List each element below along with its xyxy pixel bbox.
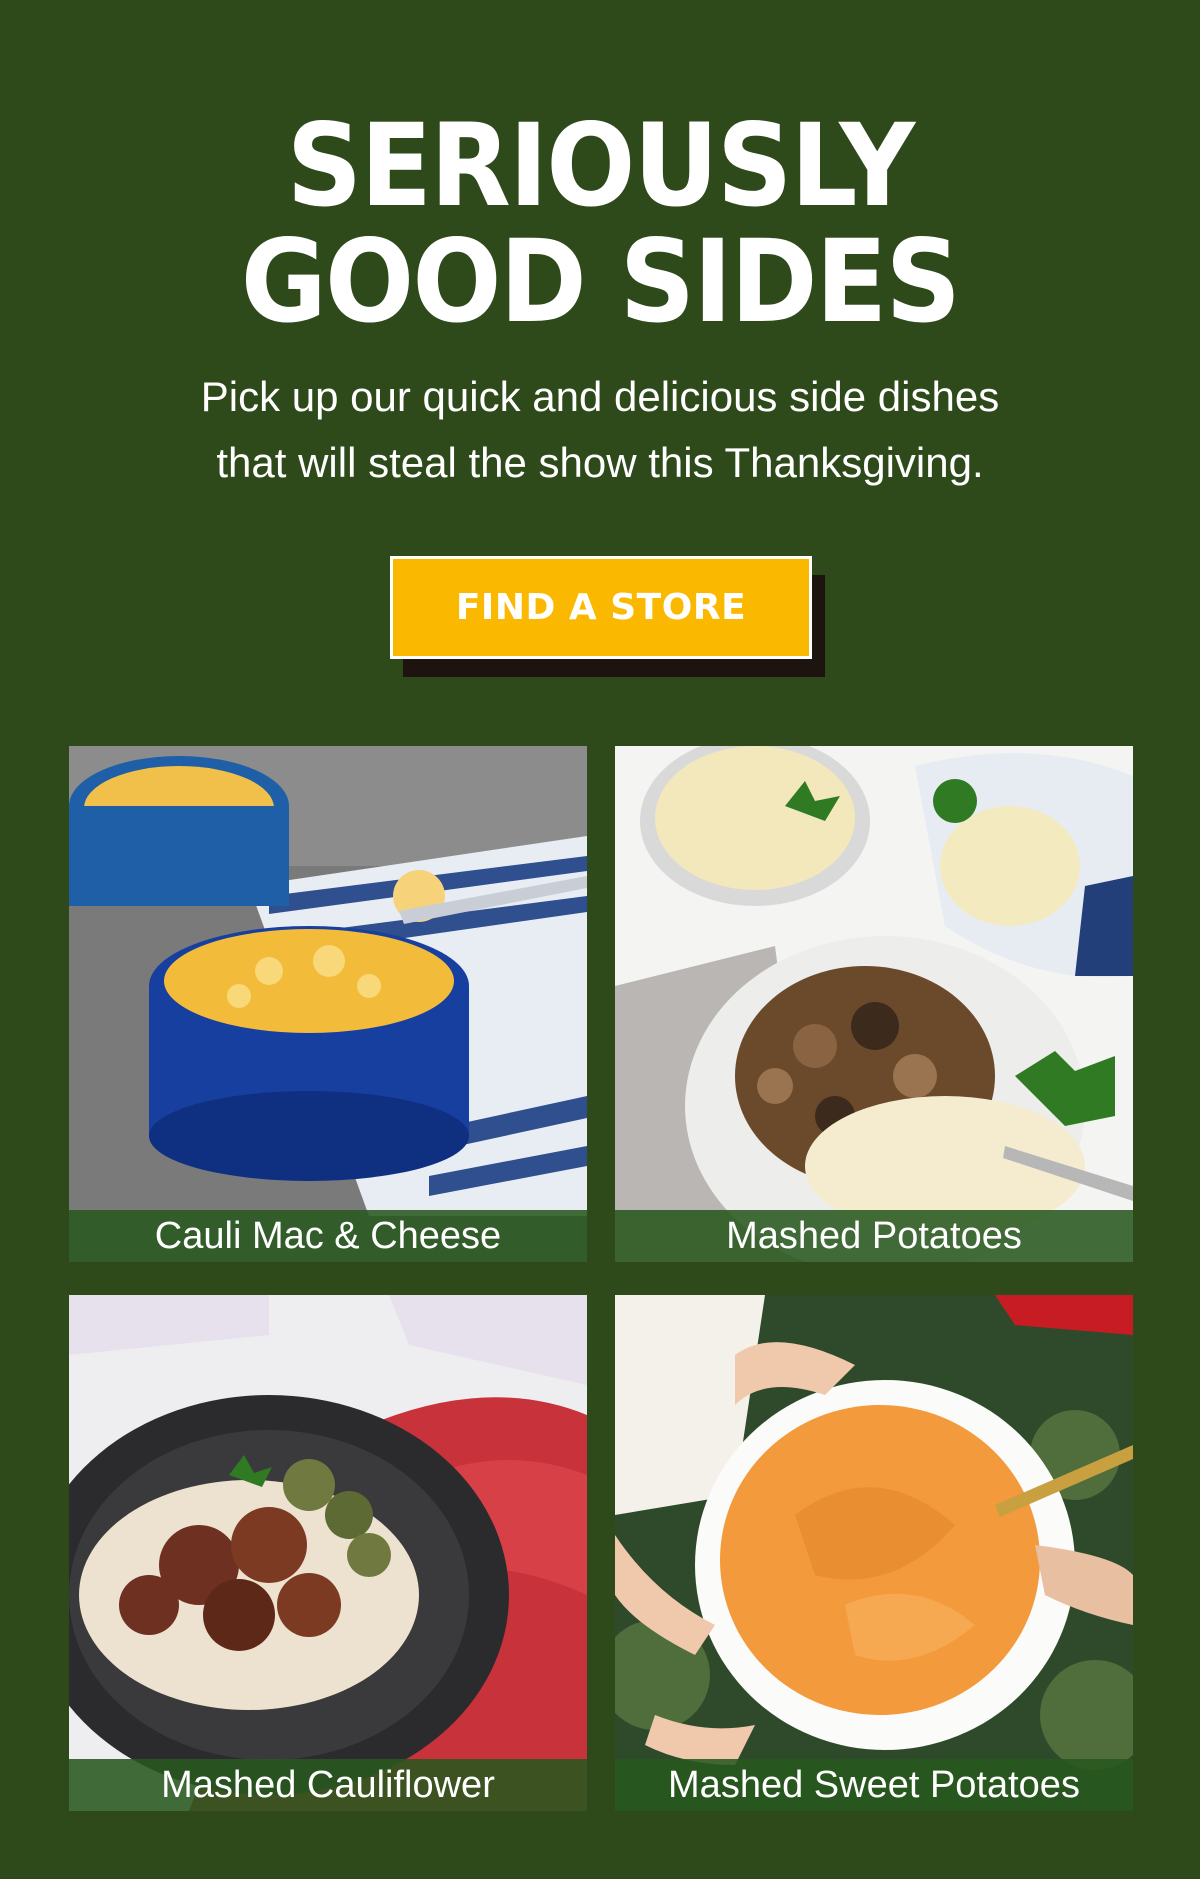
- product-caption: Mashed Sweet Potatoes: [615, 1759, 1133, 1811]
- title-line-2: GOOD SIDES: [240, 215, 961, 348]
- subtitle: Pick up our quick and delicious side dis…: [0, 364, 1200, 496]
- title-line-1: SERIOUSLY: [286, 99, 916, 232]
- product-card-cauli-mac[interactable]: Cauli Mac & Cheese: [69, 746, 587, 1262]
- page-title: SERIOUSLY GOOD SIDES: [48, 108, 1152, 340]
- product-caption: Mashed Potatoes: [615, 1210, 1133, 1262]
- product-card-mashed-potatoes[interactable]: Mashed Potatoes: [615, 746, 1133, 1262]
- subtitle-line-2: that will steal the show this Thanksgivi…: [216, 439, 984, 486]
- product-caption: Mashed Cauliflower: [69, 1759, 587, 1811]
- product-card-mashed-cauliflower[interactable]: Mashed Cauliflower: [69, 1295, 587, 1811]
- product-caption: Cauli Mac & Cheese: [69, 1210, 587, 1262]
- cauli-mac-photo: [69, 746, 587, 1262]
- subtitle-line-1: Pick up our quick and delicious side dis…: [200, 373, 1000, 420]
- product-card-mashed-sweet-potatoes[interactable]: Mashed Sweet Potatoes: [615, 1295, 1133, 1811]
- mashed-potatoes-photo: [615, 746, 1133, 1262]
- find-a-store-button[interactable]: FIND A STORE: [390, 556, 812, 659]
- mashed-sweet-potatoes-photo: [615, 1295, 1133, 1811]
- mashed-cauliflower-photo: [69, 1295, 587, 1811]
